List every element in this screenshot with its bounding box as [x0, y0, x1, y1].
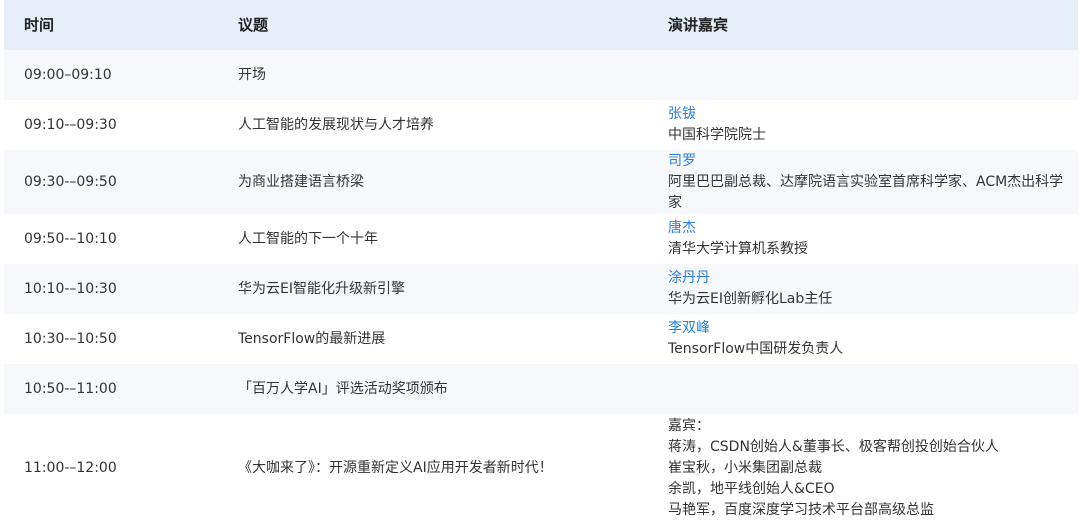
table-row: 09:10-–09:30 人工智能的发展现状与人才培养 张钹中国科学院院士	[4, 100, 1078, 150]
row-speaker: 李双峰 TensorFlow中国研发负责人	[668, 314, 1073, 364]
row-topic: 人工智能的下一个十年	[238, 230, 378, 247]
row-time: 10:10-–10:30	[24, 280, 117, 297]
row-speaker: 唐杰清华大学计算机系教授	[668, 214, 1073, 264]
table-row: 10:50-–11:00 「百万人学AI」评选活动奖项颁布	[4, 364, 1078, 414]
table-row: 10:10-–10:30 华为云EI智能化升级新引擎 涂丹丹华为云EI创新孵化Lab…	[4, 264, 1078, 314]
speaker-name-link[interactable]: 司罗	[668, 151, 1073, 172]
row-time: 11:00-–12:00	[24, 459, 117, 476]
row-speaker	[668, 364, 1073, 414]
row-topic: 《大咖来了》：开源重新定义AI应用开发者新时代！	[238, 459, 553, 476]
header-topic: 议题	[238, 15, 269, 34]
header-speaker: 演讲嘉宾	[668, 15, 729, 34]
row-speaker: 嘉宾： 蒋涛，CSDN创始人&董事长、极客帮创投创始合伙人 崔宝秋，小米集团副总裁余…	[668, 414, 1073, 522]
row-topic: 「百万人学AI」评选活动奖项颁布	[238, 380, 448, 397]
row-time: 09:10-–09:30	[24, 116, 117, 133]
row-time: 09:00–09:10	[24, 66, 112, 83]
table-row: 09:30-–09:50 为商业搭建语言桥梁 司罗 阿里巴巴副总裁、达摩院语言实验室首…	[4, 150, 1078, 214]
row-speaker: 涂丹丹华为云EI创新孵化Lab主任	[668, 264, 1073, 314]
speaker-description: 嘉宾：	[668, 417, 710, 434]
row-topic: 为商业搭建语言桥梁	[238, 173, 364, 190]
row-speaker: 张钹 中国科学院院士	[668, 100, 1073, 150]
speaker-description: TensorFlow中国研发负责人	[668, 341, 844, 357]
row-topic: TensorFlow的最新进展	[238, 330, 386, 347]
speaker-name-link[interactable]: 唐杰	[668, 218, 1073, 239]
speaker-description: 家	[668, 194, 682, 211]
speaker-description: 阿里巴巴副总裁、达摩院语言实验室首席科学家、ACM杰出科学	[668, 173, 1064, 190]
table-row: 10:30-–10:50 TensorFlow的最新进展 李双峰 TensorFlow…	[4, 314, 1078, 364]
row-topic: 开场	[238, 66, 266, 83]
speaker-description: 华为云EI创新孵化Lab主任	[668, 291, 833, 307]
table-header: 时间 议题 演讲嘉宾	[4, 0, 1078, 50]
speaker-name-link[interactable]: 李双峰	[668, 318, 1073, 339]
speaker-name-link[interactable]: 张钹	[668, 104, 1073, 125]
speaker-description: 中国科学院院士	[668, 127, 766, 143]
table-row: 11:00-–12:00 《大咖来了》：开源重新定义AI应用开发者新时代！ 嘉宾： 蒋…	[4, 414, 1078, 522]
speaker-name-link[interactable]: 涂丹丹	[668, 268, 1073, 289]
speaker-description: 余凯，地平线创始人&CEO	[668, 480, 835, 497]
table-row: 09:50-–10:10 人工智能的下一个十年 唐杰清华大学计算机系教授	[4, 214, 1078, 264]
agenda-table: 时间 议题 演讲嘉宾 09:00–09:10 开场 09:10-–09:30 人工智能…	[0, 0, 1080, 524]
row-topic: 华为云EI智能化升级新引擎	[238, 280, 405, 297]
row-time: 09:50-–10:10	[24, 230, 117, 247]
row-topic: 人工智能的发展现状与人才培养	[238, 116, 434, 133]
row-speaker	[668, 50, 1073, 100]
row-time: 10:50-–11:00	[24, 380, 117, 397]
speaker-description: 清华大学计算机系教授	[668, 241, 808, 257]
row-time: 10:30-–10:50	[24, 330, 117, 347]
speaker-description: 马艳军，百度深度学习技术平台部高级总监	[668, 501, 934, 518]
speaker-description: 崔宝秋，小米集团副总裁	[668, 459, 822, 476]
speaker-description: 蒋涛，CSDN创始人&董事长、极客帮创投创始合伙人	[668, 438, 999, 455]
row-time: 09:30-–09:50	[24, 173, 117, 190]
table-row: 09:00–09:10 开场	[4, 50, 1078, 100]
header-time: 时间	[24, 15, 55, 34]
row-speaker: 司罗 阿里巴巴副总裁、达摩院语言实验室首席科学家、ACM杰出科学家	[668, 150, 1073, 214]
